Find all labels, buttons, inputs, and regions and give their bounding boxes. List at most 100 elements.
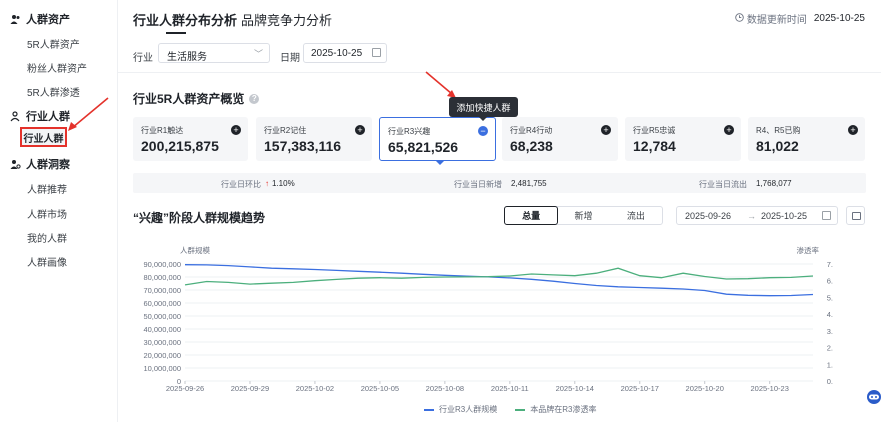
sidebar-item-fans-asset[interactable]: 粉丝人群资产: [27, 60, 87, 75]
x-tick-label: 2025-10-08: [426, 384, 464, 393]
sidebar: 人群资产 5R人群资产 粉丝人群资产 5R人群渗透 行业人群 行业人群 人群洞察…: [0, 0, 118, 422]
sidebar-item-market[interactable]: 人群市场: [27, 206, 67, 221]
industry-filter-label: 行业: [133, 53, 153, 64]
x-tick-label: 2025-10-05: [361, 384, 399, 393]
sidebar-item-industry-crowd[interactable]: 行业人群: [20, 127, 67, 147]
card-r4-action[interactable]: 行业R4行动 68,238 +: [502, 117, 618, 161]
legend-label: 本品牌在R3渗透率: [530, 405, 597, 414]
y-left-tick-label: 70,000,000: [143, 286, 181, 295]
segment-outflow[interactable]: 流出: [610, 207, 662, 224]
range-start: 2025-09-26: [685, 211, 732, 221]
chevron-down-icon: ﹀: [253, 49, 263, 59]
card-label: 行业R5忠诚: [633, 126, 676, 135]
date-picker[interactable]: 2025-10-25: [303, 43, 387, 63]
sidebar-item-portrait[interactable]: 人群画像: [27, 254, 67, 269]
add-icon[interactable]: +: [848, 125, 858, 135]
industry-select-value: 生活服务: [167, 52, 207, 63]
help-icon[interactable]: ?: [249, 93, 260, 104]
card-r3-interest[interactable]: 行业R3兴趣 65,821,526 −: [379, 117, 496, 161]
trend-title: “兴趣”阶段人群规模趋势: [133, 211, 266, 225]
y-axis-right-title: 渗透率: [797, 245, 820, 255]
x-tick-label: 2025-10-20: [686, 384, 724, 393]
update-time: 数据更新时间 2025-10-25: [735, 11, 865, 26]
sidebar-group-label: 行业人群: [26, 111, 70, 123]
sidebar-item-5r-penetration[interactable]: 5R人群渗透: [27, 84, 80, 99]
legend-swatch: [424, 408, 434, 411]
sidebar-item-5r-asset[interactable]: 5R人群资产: [27, 36, 80, 51]
trend-chart: 人群规模 渗透率 90,000,000 80,000,000 70,000,000 60,…: [143, 245, 833, 393]
sidebar-group-label: 人群洞察: [26, 159, 70, 171]
stat-new-value: 2,481,755: [511, 179, 547, 188]
card-label: R4、R5已购: [756, 126, 801, 135]
card-r1-reach[interactable]: 行业R1触达 200,215,875 +: [133, 117, 248, 161]
y-left-tick-label: 60,000,000: [143, 299, 181, 308]
add-icon[interactable]: +: [355, 125, 365, 135]
update-date: 2025-10-25: [813, 13, 865, 24]
range-end: 2025-10-25: [761, 211, 808, 221]
sidebar-group-industry[interactable]: 行业人群: [10, 108, 70, 124]
add-icon[interactable]: +: [601, 125, 611, 135]
card-r4r5-purchased[interactable]: R4、R5已购 81,022 +: [748, 117, 865, 161]
y-right-tick-label: 7.00%: [827, 260, 833, 269]
y-left-tick-label: 10,000,000: [143, 364, 181, 373]
x-tick-label: 2025-09-26: [166, 384, 204, 393]
assistant-bot-icon[interactable]: [864, 387, 881, 407]
x-tick-label: 2025-09-29: [231, 384, 269, 393]
overview-title: 行业5R人群资产概览 ?: [133, 90, 260, 107]
user-group-icon: [10, 110, 21, 122]
sidebar-group-asset[interactable]: 人群资产: [10, 11, 70, 27]
add-icon[interactable]: +: [724, 125, 734, 135]
x-tick-label: 2025-10-14: [556, 384, 594, 393]
y-right-tick-label: 4.00%: [827, 310, 833, 319]
user-insight-icon: [10, 159, 21, 170]
add-icon[interactable]: +: [231, 125, 241, 135]
stats-bar: 行业日环比 ↑ 1.10% 行业当日新增 2,481,755 行业当日流出 1,…: [133, 173, 866, 193]
card-label: 行业R2记住: [264, 126, 307, 135]
y-left-tick-label: 50,000,000: [143, 312, 181, 321]
card-value: 81,022: [756, 138, 799, 154]
legend-item[interactable]: 行业R3人群规模: [424, 404, 497, 415]
y-left-tick-label: 20,000,000: [143, 351, 181, 360]
range-arrow-icon: →: [747, 211, 756, 221]
y-right-tick-label: 1.00%: [827, 360, 833, 369]
remove-icon[interactable]: −: [478, 126, 488, 136]
card-value: 65,821,526: [388, 139, 459, 155]
sidebar-item-my-crowd[interactable]: 我的人群: [27, 230, 67, 245]
series-line-1: [184, 264, 814, 297]
x-tick-label: 2025-10-17: [621, 384, 659, 393]
card-label: 行业R1触达: [141, 126, 184, 135]
sidebar-group-insight[interactable]: 人群洞察: [10, 156, 70, 172]
stat-out-label: 行业当日流出: [699, 180, 747, 189]
tab-brand-competition[interactable]: 品牌竞争力分析: [241, 10, 332, 29]
update-label: 数据更新时间: [746, 15, 807, 26]
card-label: 行业R4行动: [510, 126, 553, 135]
card-pointer: [436, 161, 444, 165]
sidebar-item-recommend[interactable]: 人群推荐: [27, 181, 67, 196]
card-value: 12,784: [633, 138, 676, 154]
date-range-picker[interactable]: 2025-09-26 → 2025-10-25: [676, 206, 838, 225]
card-value: 68,238: [510, 138, 553, 154]
add-shortcut-tooltip: 添加快捷人群: [449, 97, 518, 121]
overview-title-text: 行业5R人群资产概览: [133, 92, 245, 106]
stat-dod-value: 1.10%: [272, 179, 295, 188]
y-left-tick-label: 90,000,000: [143, 260, 181, 269]
download-button[interactable]: [846, 206, 865, 225]
stat-dod-label: 行业日环比: [221, 180, 261, 189]
segment-new[interactable]: 新增: [557, 207, 609, 224]
card-r2-remember[interactable]: 行业R2记住 157,383,116 +: [256, 117, 372, 161]
y-left-tick-label: 30,000,000: [143, 338, 181, 347]
tab-industry-distribution[interactable]: 行业人群分布分析: [133, 10, 237, 29]
card-r5-loyal[interactable]: 行业R5忠诚 12,784 +: [625, 117, 741, 161]
stat-out-value: 1,768,077: [756, 179, 792, 188]
date-picker-value: 2025-10-25: [311, 48, 363, 59]
y-axis-left-title: 人群规模: [180, 245, 210, 255]
clock-icon: [735, 12, 744, 25]
up-arrow-icon: ↑: [265, 179, 269, 188]
card-value: 200,215,875: [141, 138, 219, 154]
industry-select[interactable]: 生活服务 ﹀: [158, 43, 270, 63]
stat-new-label: 行业当日新增: [454, 180, 502, 189]
segment-total[interactable]: 总量: [504, 206, 559, 225]
legend-swatch: [515, 408, 526, 411]
y-left-tick-label: 80,000,000: [143, 273, 181, 282]
legend-item[interactable]: 本品牌在R3渗透率: [515, 404, 596, 415]
